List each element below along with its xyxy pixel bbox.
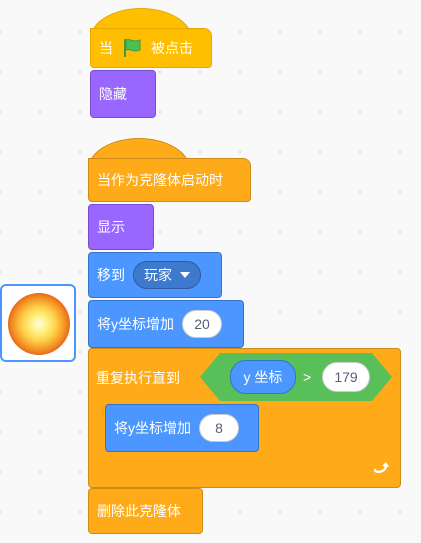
y-position-reporter[interactable]: y 坐标 bbox=[230, 360, 296, 394]
change-y-block-1[interactable]: 将y坐标增加 20 bbox=[88, 300, 244, 348]
change-y-label-1: 将y坐标增加 bbox=[97, 316, 174, 332]
change-y-value-1: 20 bbox=[194, 316, 210, 332]
change-y-input-2[interactable]: 8 bbox=[199, 414, 239, 442]
repeat-until-label: 重复执行直到 bbox=[96, 370, 180, 386]
change-y-label-2: 将y坐标增加 bbox=[114, 420, 191, 436]
goto-label: 移到 bbox=[97, 267, 125, 283]
repeat-until-header: 重复执行直到 bbox=[96, 358, 180, 398]
green-flag-icon bbox=[121, 37, 143, 59]
when-flag-suffix: 被点击 bbox=[151, 40, 193, 56]
greater-than-operator: > bbox=[303, 367, 311, 387]
delete-clone-label: 删除此克隆体 bbox=[97, 503, 181, 519]
when-start-as-clone-block[interactable]: 当作为克隆体启动时 bbox=[88, 158, 251, 202]
operator-symbol: > bbox=[303, 369, 312, 385]
sprite-thumbnail[interactable] bbox=[0, 284, 76, 362]
change-y-block-2[interactable]: 将y坐标增加 8 bbox=[105, 404, 259, 452]
change-y-value-2: 8 bbox=[215, 420, 223, 436]
change-y-input-1[interactable]: 20 bbox=[182, 310, 222, 338]
goto-block[interactable]: 移到 玩家 bbox=[88, 252, 222, 298]
delete-this-clone-block[interactable]: 删除此克隆体 bbox=[88, 488, 203, 534]
compare-value-input[interactable]: 179 bbox=[322, 362, 370, 392]
clone-hat-label: 当作为克隆体启动时 bbox=[97, 172, 223, 188]
when-flag-clicked-block[interactable]: 当 被点击 bbox=[90, 28, 212, 68]
y-position-label: y 坐标 bbox=[243, 369, 283, 385]
hide-label: 隐藏 bbox=[99, 86, 127, 102]
when-flag-prefix: 当 bbox=[99, 40, 113, 56]
show-label: 显示 bbox=[97, 219, 125, 235]
show-block[interactable]: 显示 bbox=[88, 204, 154, 250]
loop-arrow-icon bbox=[372, 458, 390, 481]
compare-value: 179 bbox=[334, 369, 358, 385]
chevron-down-icon bbox=[180, 272, 190, 278]
sun-sprite-icon bbox=[8, 293, 70, 355]
hide-block[interactable]: 隐藏 bbox=[90, 70, 156, 118]
goto-target-value: 玩家 bbox=[144, 267, 172, 283]
goto-target-dropdown[interactable]: 玩家 bbox=[133, 261, 201, 289]
